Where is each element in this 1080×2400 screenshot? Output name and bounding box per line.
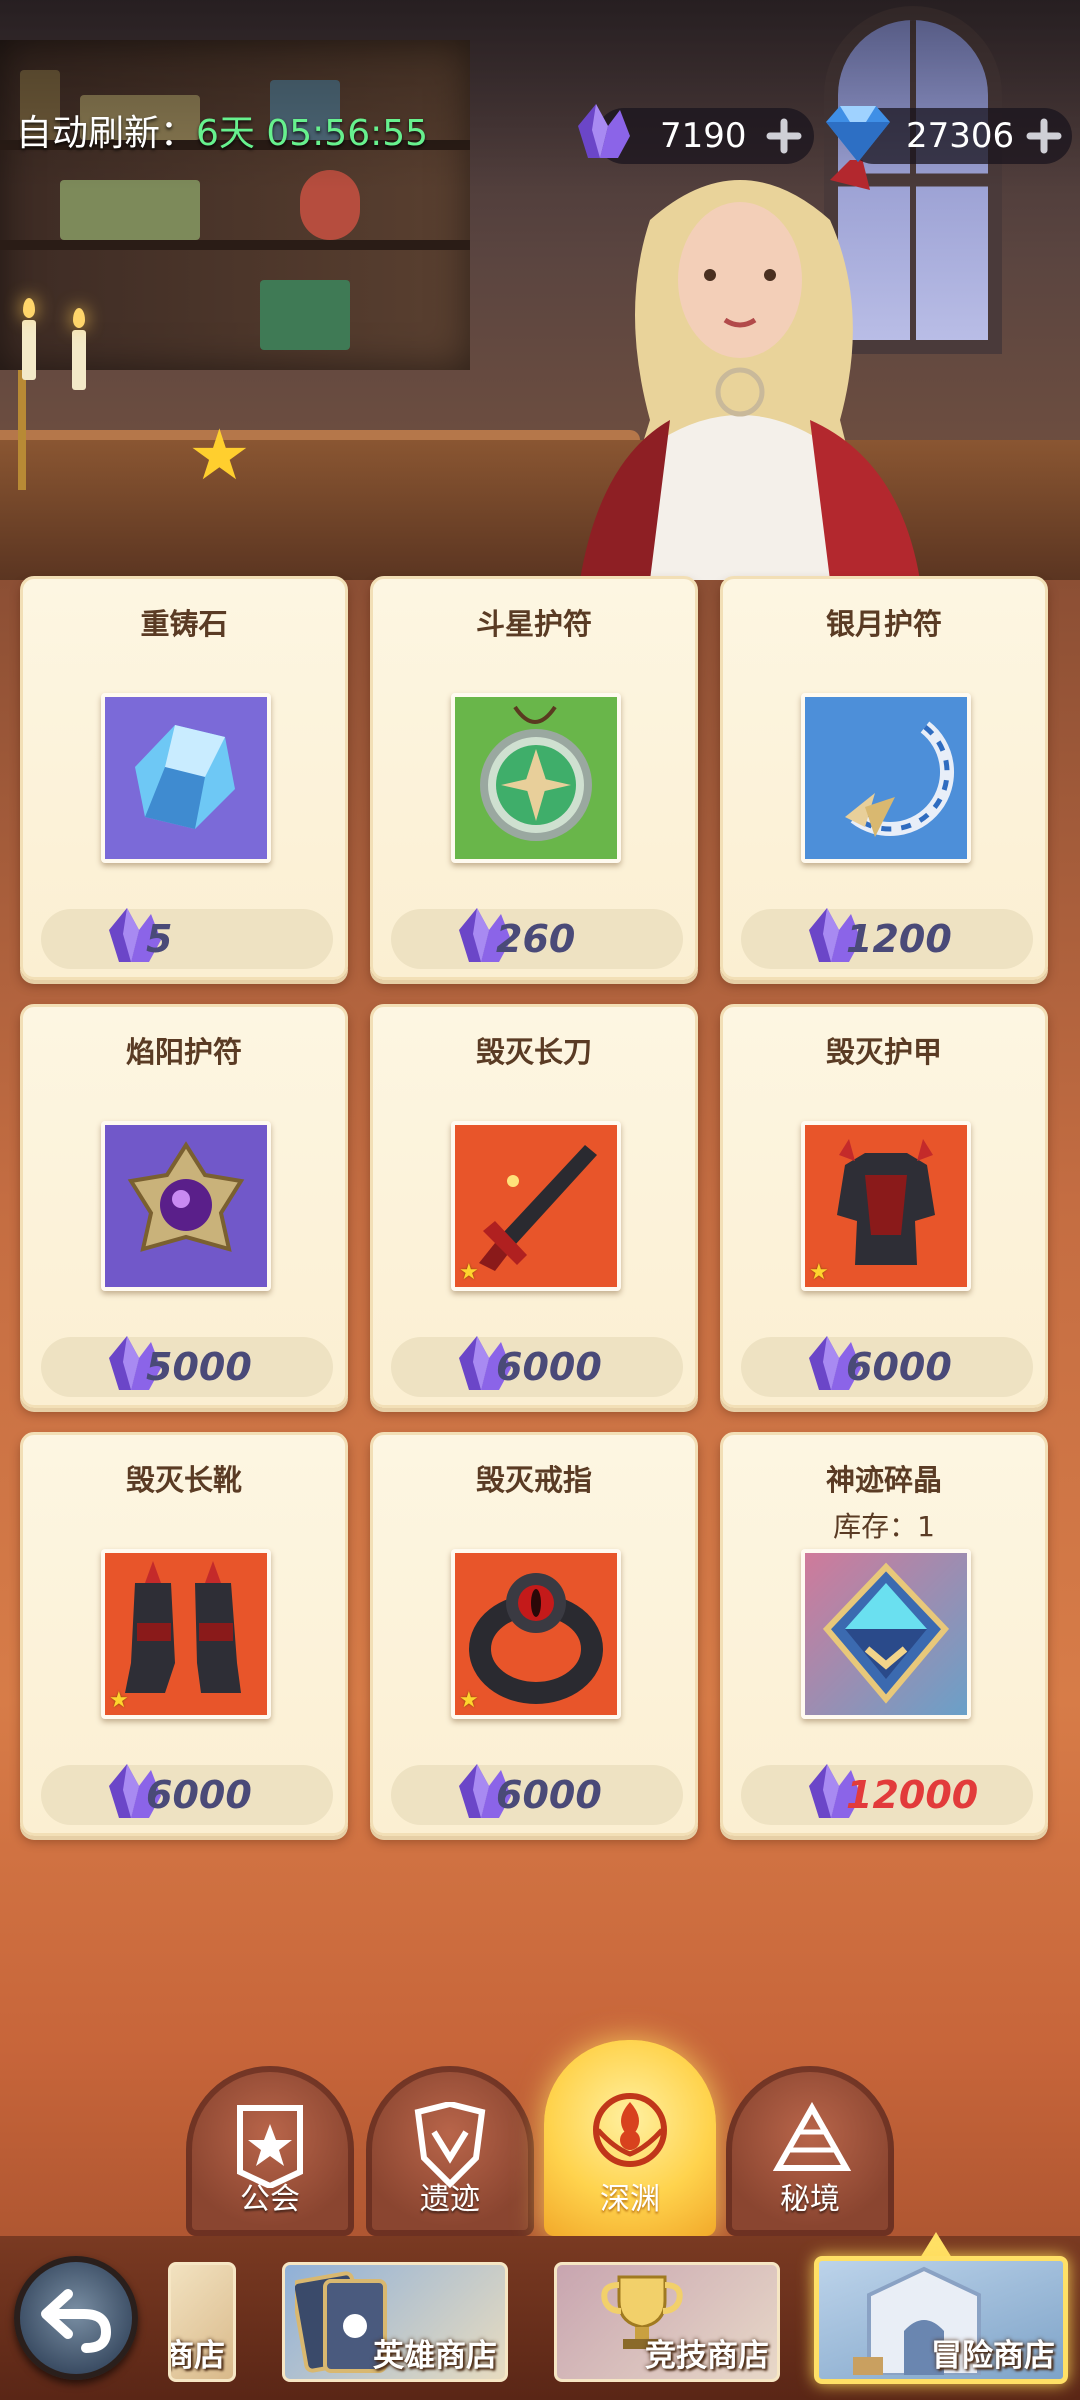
item-price: 5000 <box>146 1345 252 1389</box>
purple-crystal-value: 7190 <box>660 116 747 156</box>
arena-shop-tab[interactable]: 竞技商店 <box>554 2262 780 2382</box>
item-name: 毁灭戒指 <box>475 1463 592 1497</box>
item-name: 银月护符 <box>825 607 942 641</box>
item-name: 重铸石 <box>140 607 228 641</box>
price-tag: 6000 <box>391 1764 683 1825</box>
shop-item-card[interactable]: 毁灭长刀 ★ 6000 <box>370 1004 698 1408</box>
purple-crystal-icon <box>578 104 630 158</box>
item-stock: 库存：1 <box>833 1510 935 1543</box>
rarity-star-icon: ★ <box>109 1688 129 1713</box>
rarity-star-icon: ★ <box>459 1260 479 1285</box>
price-tag: 6000 <box>391 1336 683 1397</box>
price-tag: 260 <box>391 908 683 969</box>
shop-tab-label: 竞技商店 <box>645 2338 769 2374</box>
shop-tab-label: 冒险商店 <box>931 2338 1055 2374</box>
shopkeeper-character <box>580 160 920 580</box>
shop-item-card[interactable]: 焰阳护符 5000 <box>20 1004 348 1408</box>
shop-banner-illustration: ★ <box>0 0 1080 580</box>
adventure-shop-tab[interactable]: 冒险商店 <box>814 2256 1068 2384</box>
rarity-star-icon: ★ <box>459 1688 479 1713</box>
blue-diamond-value: 27306 <box>906 116 1015 156</box>
destruction-ring-icon: ★ <box>451 1549 621 1719</box>
price-tag: 5000 <box>41 1336 333 1397</box>
shop-tab-label: 商店 <box>168 2338 225 2374</box>
add-diamond-button[interactable] <box>1024 116 1064 156</box>
add-crystal-button[interactable] <box>764 116 804 156</box>
item-name: 毁灭长靴 <box>125 1463 242 1497</box>
shop-item-card[interactable]: 毁灭戒指 ★ 6000 <box>370 1432 698 1836</box>
destruction-blade-icon: ★ <box>451 1121 621 1291</box>
back-arrow-icon <box>41 2289 112 2353</box>
refresh-countdown: 6天 05:56:55 <box>196 113 429 154</box>
tab-label: 公会 <box>240 2182 300 2217</box>
shop-tab-partial[interactable]: 商店 <box>168 2262 236 2382</box>
item-name: 焰阳护符 <box>125 1035 242 1069</box>
miracle-shard-icon <box>801 1549 971 1719</box>
item-name: 毁灭长刀 <box>475 1035 592 1069</box>
item-price: 6000 <box>496 1773 602 1817</box>
shop-item-card[interactable]: 重铸石 5 <box>20 576 348 980</box>
item-price: 12000 <box>846 1773 979 1817</box>
tab-abyss[interactable]: 深渊 <box>544 2040 716 2236</box>
item-price: 260 <box>496 917 576 961</box>
tab-secret-realm[interactable]: 秘境 <box>726 2066 894 2236</box>
price-tag: 6000 <box>41 1764 333 1825</box>
rarity-star-icon: ★ <box>809 1260 829 1285</box>
destruction-boots-icon: ★ <box>101 1549 271 1719</box>
destruction-armor-icon: ★ <box>801 1121 971 1291</box>
star-amulet-icon <box>451 693 621 863</box>
price-tag: 5 <box>41 908 333 969</box>
shop-item-card[interactable]: 毁灭护甲 ★ 6000 <box>720 1004 1048 1408</box>
auto-refresh-timer: 自动刷新：6天 05:56:55 <box>16 113 429 154</box>
silver-moon-amulet-icon <box>801 693 971 863</box>
star-decoration-icon: ★ <box>188 414 251 496</box>
item-price: 5 <box>146 917 173 961</box>
tab-label: 深渊 <box>600 2182 660 2217</box>
tab-label: 秘境 <box>780 2182 840 2217</box>
item-name: 斗星护符 <box>475 607 592 641</box>
price-tag: 1200 <box>741 908 1033 969</box>
reforge-stone-icon <box>101 693 271 863</box>
blue-diamond-icon <box>826 106 890 162</box>
candlestick <box>18 370 106 490</box>
price-tag: 12000 <box>741 1764 1033 1825</box>
price-tag: 6000 <box>741 1336 1033 1397</box>
shop-item-card[interactable]: 毁灭长靴 ★ 6000 <box>20 1432 348 1836</box>
abyss-flame-icon <box>593 2093 667 2167</box>
shop-tab-label: 英雄商店 <box>373 2338 497 2374</box>
item-price: 1200 <box>846 917 952 961</box>
tab-label: 遗迹 <box>420 2182 480 2217</box>
tab-guild[interactable]: 公会 <box>186 2066 354 2236</box>
item-name: 神迹碎晶 <box>825 1463 942 1497</box>
shop-item-card[interactable]: 神迹碎晶 库存：1 12000 <box>720 1432 1048 1836</box>
tab-relic[interactable]: 遗迹 <box>366 2066 534 2236</box>
item-price: 6000 <box>496 1345 602 1389</box>
shop-item-card[interactable]: 斗星护符 260 <box>370 576 698 980</box>
hero-shop-tab[interactable]: 英雄商店 <box>282 2262 508 2382</box>
flame-sun-amulet-icon <box>101 1121 271 1291</box>
shop-item-card[interactable]: 银月护符 1200 <box>720 576 1048 980</box>
back-button[interactable] <box>14 2256 138 2380</box>
item-price: 6000 <box>846 1345 952 1389</box>
item-name: 毁灭护甲 <box>825 1035 942 1069</box>
item-price: 6000 <box>146 1773 252 1817</box>
